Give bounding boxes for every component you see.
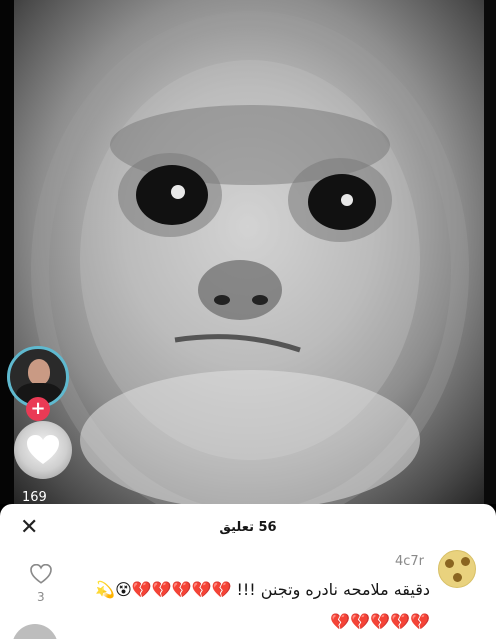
comment-username[interactable]: 4c7r: [395, 554, 424, 569]
comment-emoji-line2: 💔💔💔💔💔: [330, 612, 430, 631]
like-count: 169: [22, 490, 47, 504]
commenter-avatar[interactable]: [438, 550, 476, 588]
heart-outline-icon: [30, 563, 52, 584]
video-player[interactable]: + 169: [0, 0, 496, 504]
follow-button[interactable]: +: [26, 397, 50, 421]
comment-body: دقيقه ملامحه نادره وتجنن !!!: [236, 580, 430, 599]
creator-avatar-face: [28, 359, 50, 385]
heart-icon: [27, 435, 59, 464]
comments-title: 56 تعليق: [219, 520, 277, 535]
like-button[interactable]: [14, 421, 72, 479]
comment-like-button[interactable]: [30, 563, 52, 588]
comment-emoji-line1: 💔💔💔💔💔😵💫: [95, 580, 232, 599]
monkey-photo: [31, 11, 469, 504]
comment-text: دقيقه ملامحه نادره وتجنن !!! 💔💔💔💔💔😵💫: [95, 580, 430, 599]
comment-like-count: 3: [37, 590, 45, 604]
